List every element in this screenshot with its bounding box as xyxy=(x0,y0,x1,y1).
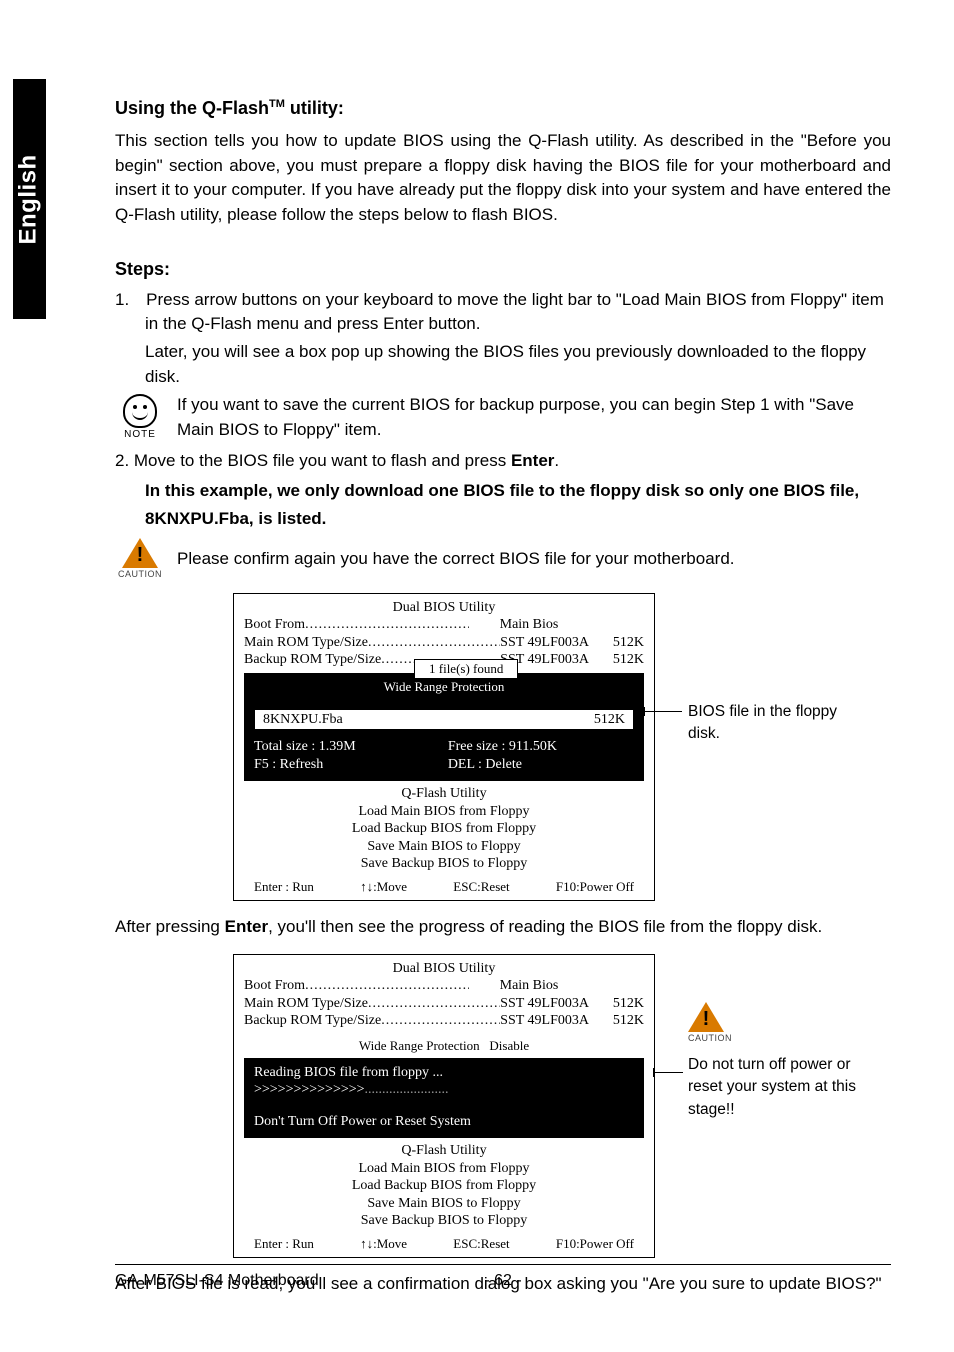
section-heading: Using the Q-FlashTM utility: xyxy=(115,95,891,121)
bios-main-rom-row: Main ROM Type/Size .....................… xyxy=(244,634,644,652)
menu-save-main[interactable]: Save Main BIOS to Floppy xyxy=(244,838,644,856)
bios-dark-panel-1: Wide Range Protection 1 file(s) found 8K… xyxy=(244,673,644,782)
qflash-utility-label: Q-Flash Utility xyxy=(244,785,644,803)
page-content: Using the Q-FlashTM utility: This sectio… xyxy=(115,95,891,1297)
note-text: If you want to save the current BIOS for… xyxy=(177,393,891,442)
callout-tick-2 xyxy=(653,1068,654,1077)
bios-dark-panel-2: Reading BIOS file from floppy ... >>>>>>… xyxy=(244,1058,644,1139)
bios-footer-2: Enter : Run ↑↓:Move ESC:Reset F10:Power … xyxy=(234,1233,654,1257)
callout-tick-1 xyxy=(644,707,645,716)
reading-progress: >>>>>>>>>>>>>>........................ xyxy=(254,1081,634,1099)
callout-line-2 xyxy=(653,1072,683,1073)
bios-keys-row: F5 : Refresh DEL : Delete xyxy=(254,756,634,774)
menu-load-backup[interactable]: Load Backup BIOS from Floppy xyxy=(244,820,644,838)
caution-icon: ! CAUTION xyxy=(115,538,165,581)
step-1-line-2: Later, you will see a box pop up showing… xyxy=(115,340,891,389)
callout-line-1 xyxy=(644,711,682,712)
bios-title-2: Dual BIOS Utility xyxy=(244,960,644,978)
bios-panel-2-wrapper: Dual BIOS Utility Boot From ............… xyxy=(233,954,893,1259)
bios-file-size: 512K xyxy=(594,711,625,729)
caution-block-1: ! CAUTION Please confirm again you have … xyxy=(115,538,891,581)
bios-file-name: 8KNXPU.Fba xyxy=(263,711,343,729)
callout-2: Do not turn off power or reset your syst… xyxy=(688,1054,873,1121)
language-tab: English xyxy=(13,79,46,319)
intro-paragraph: This section tells you how to update BIO… xyxy=(115,129,891,228)
caution-icon-2: ! CAUTION xyxy=(688,1002,724,1045)
reading-label: Reading BIOS file from floppy ... xyxy=(254,1064,634,1082)
bios-panel-1: Dual BIOS Utility Boot From ............… xyxy=(233,593,655,902)
steps-heading: Steps: xyxy=(115,256,891,282)
bios-title: Dual BIOS Utility xyxy=(244,599,644,617)
footer-page-number: - 62 - xyxy=(115,1269,891,1292)
step-2: 2. Move to the BIOS file you want to fla… xyxy=(115,449,891,474)
bios-footer-1: Enter : Run ↑↓:Move ESC:Reset F10:Power … xyxy=(234,876,654,900)
note-block: NOTE If you want to save the current BIO… xyxy=(115,393,891,442)
menu-save-main-2[interactable]: Save Main BIOS to Floppy xyxy=(244,1195,644,1213)
menu-save-backup[interactable]: Save Backup BIOS to Floppy xyxy=(244,855,644,873)
page-footer: GA-M57SLI-S4 Motherboard - 62 - xyxy=(115,1264,891,1292)
menu-load-backup-2[interactable]: Load Backup BIOS from Floppy xyxy=(244,1177,644,1195)
bios-file-row[interactable]: 8KNXPU.Fba 512K xyxy=(254,709,634,731)
example-line-2: 8KNXPU.Fba, is listed. xyxy=(145,507,891,532)
wrp-row-2: Wide Range Protection Disable xyxy=(244,1038,644,1054)
menu-load-main[interactable]: Load Main BIOS from Floppy xyxy=(244,803,644,821)
bios-size-row: Total size : 1.39M Free size : 911.50K xyxy=(254,738,634,756)
example-line-1: In this example, we only download one BI… xyxy=(145,479,891,504)
callout-1: BIOS file in the floppy disk. xyxy=(688,701,873,746)
bios-boot-row: Boot From ..............................… xyxy=(244,616,644,634)
menu-save-backup-2[interactable]: Save Backup BIOS to Floppy xyxy=(244,1212,644,1230)
bios-panel-1-wrapper: Dual BIOS Utility Boot From ............… xyxy=(233,593,893,902)
note-icon: NOTE xyxy=(115,394,165,443)
after-enter-text: After pressing Enter, you'll then see th… xyxy=(115,915,891,940)
do-not-power-off-label: Don't Turn Off Power or Reset System xyxy=(254,1113,634,1131)
menu-load-main-2[interactable]: Load Main BIOS from Floppy xyxy=(244,1160,644,1178)
bios-panel-2: Dual BIOS Utility Boot From ............… xyxy=(233,954,655,1259)
step-1-line-1: 1. Press arrow buttons on your keyboard … xyxy=(115,288,891,337)
language-label: English xyxy=(12,154,47,244)
caution-text-1: Please confirm again you have the correc… xyxy=(177,547,891,572)
files-found-popup: 1 file(s) found xyxy=(414,659,518,679)
